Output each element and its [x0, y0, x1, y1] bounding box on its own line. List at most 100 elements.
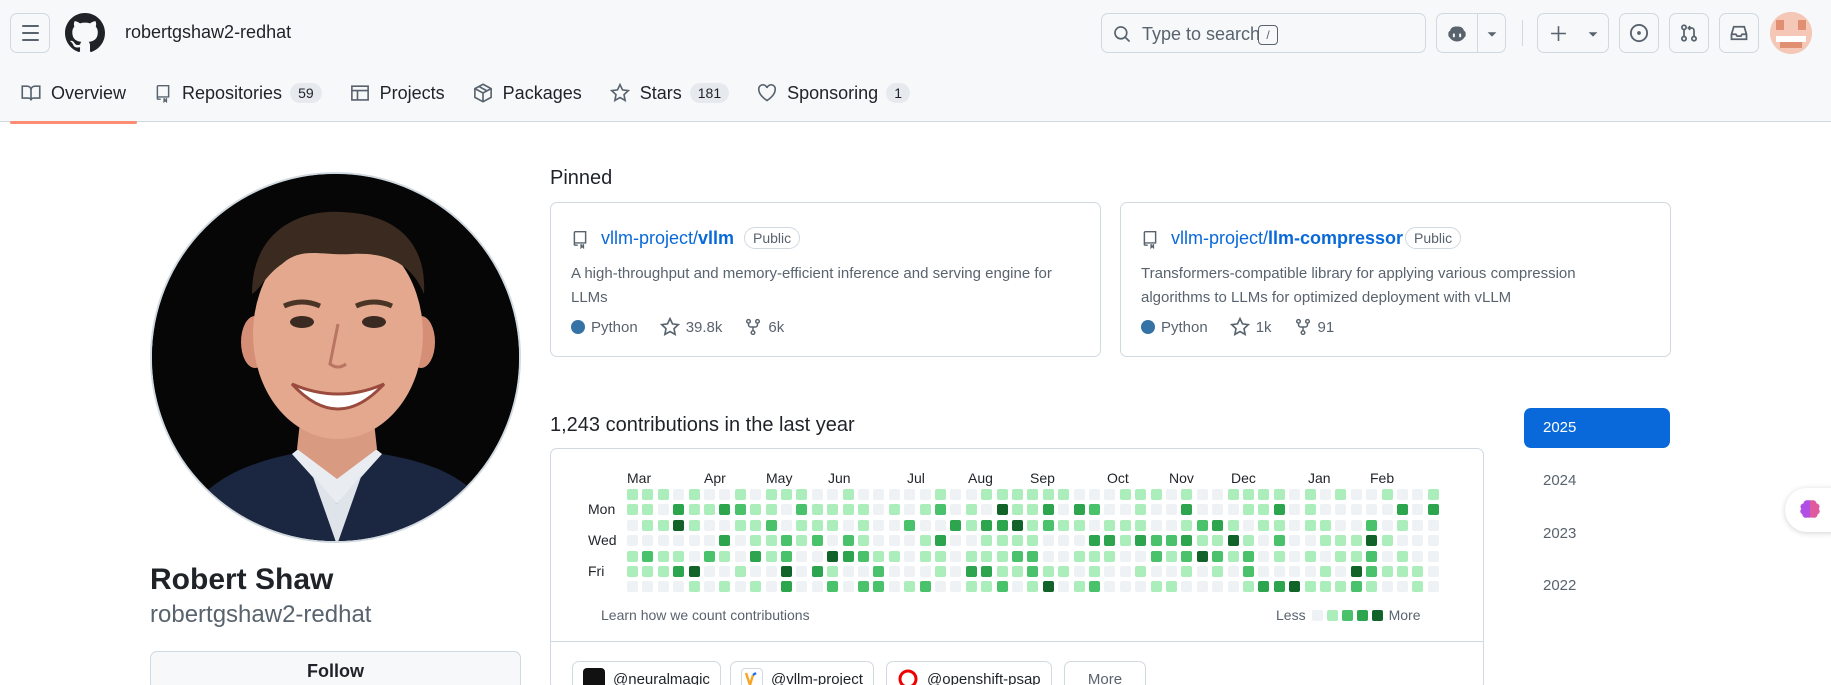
- contribution-day-cell[interactable]: [1119, 504, 1131, 516]
- contribution-day-cell[interactable]: [1412, 581, 1424, 593]
- tab-repositories[interactable]: Repositories 59: [143, 72, 333, 114]
- contribution-day-cell[interactable]: [919, 535, 931, 547]
- contribution-day-cell[interactable]: [904, 550, 916, 562]
- contribution-day-cell[interactable]: [1073, 550, 1085, 562]
- contribution-day-cell[interactable]: [765, 535, 777, 547]
- forks-link[interactable]: 6k: [744, 317, 784, 337]
- contribution-day-cell[interactable]: [1058, 504, 1070, 516]
- contribution-day-cell[interactable]: [1073, 489, 1085, 500]
- contribution-day-cell[interactable]: [719, 489, 731, 500]
- contribution-day-cell[interactable]: [673, 489, 685, 500]
- learn-contributions-link[interactable]: Learn how we count contributions: [601, 607, 810, 623]
- contribution-day-cell[interactable]: [1227, 519, 1239, 531]
- contribution-day-cell[interactable]: [1258, 504, 1270, 516]
- contribution-day-cell[interactable]: [827, 535, 839, 547]
- contribution-day-cell[interactable]: [1058, 535, 1070, 547]
- contribution-day-cell[interactable]: [1397, 489, 1408, 500]
- contribution-day-cell[interactable]: [704, 489, 715, 500]
- contribution-day-cell[interactable]: [935, 504, 946, 516]
- contribution-day-cell[interactable]: [904, 504, 916, 516]
- contribution-day-cell[interactable]: [734, 566, 746, 577]
- contribution-day-cell[interactable]: [781, 550, 792, 562]
- contribution-day-cell[interactable]: [1335, 504, 1347, 516]
- copilot-icon[interactable]: [1447, 24, 1467, 44]
- contribution-day-cell[interactable]: [1042, 581, 1054, 593]
- contribution-day-cell[interactable]: [1212, 489, 1224, 500]
- contribution-day-cell[interactable]: [1335, 519, 1347, 531]
- contribution-day-cell[interactable]: [1012, 504, 1023, 516]
- contribution-day-cell[interactable]: [734, 581, 746, 593]
- contribution-day-cell[interactable]: [827, 581, 839, 593]
- pinned-repo-link[interactable]: vllm-project/vllm: [601, 228, 734, 249]
- contribution-day-cell[interactable]: [719, 535, 731, 547]
- contribution-day-cell[interactable]: [1135, 535, 1147, 547]
- contribution-day-cell[interactable]: [873, 489, 885, 500]
- contribution-day-cell[interactable]: [1397, 535, 1408, 547]
- contribution-day-cell[interactable]: [1304, 489, 1316, 500]
- contribution-day-cell[interactable]: [750, 519, 762, 531]
- contribution-day-cell[interactable]: [688, 566, 700, 577]
- contribution-day-cell[interactable]: [1243, 489, 1254, 500]
- contribution-day-cell[interactable]: [919, 566, 931, 577]
- contribution-day-cell[interactable]: [781, 566, 792, 577]
- contribution-day-cell[interactable]: [781, 535, 792, 547]
- contribution-day-cell[interactable]: [1289, 566, 1301, 577]
- contribution-day-cell[interactable]: [1150, 504, 1162, 516]
- contribution-day-cell[interactable]: [673, 550, 685, 562]
- contribution-day-cell[interactable]: [965, 504, 977, 516]
- contribution-day-cell[interactable]: [1181, 566, 1193, 577]
- contribution-day-cell[interactable]: [1119, 581, 1131, 593]
- contribution-day-cell[interactable]: [950, 519, 962, 531]
- contribution-day-cell[interactable]: [1304, 566, 1316, 577]
- contribution-day-cell[interactable]: [888, 519, 900, 531]
- contribution-day-cell[interactable]: [1258, 519, 1270, 531]
- contribution-day-cell[interactable]: [996, 566, 1008, 577]
- contribution-day-cell[interactable]: [935, 581, 946, 593]
- contribution-day-cell[interactable]: [1289, 581, 1301, 593]
- contribution-day-cell[interactable]: [1335, 535, 1347, 547]
- contribution-day-cell[interactable]: [1166, 550, 1177, 562]
- contribution-day-cell[interactable]: [858, 504, 869, 516]
- contribution-day-cell[interactable]: [688, 550, 700, 562]
- contribution-day-cell[interactable]: [1166, 519, 1177, 531]
- contribution-day-cell[interactable]: [1027, 550, 1039, 562]
- contribution-day-cell[interactable]: [1027, 581, 1039, 593]
- contribution-day-cell[interactable]: [1135, 550, 1147, 562]
- contribution-day-cell[interactable]: [1273, 519, 1285, 531]
- contribution-day-cell[interactable]: [1104, 535, 1116, 547]
- contribution-day-cell[interactable]: [904, 489, 916, 500]
- contribution-day-cell[interactable]: [1042, 519, 1054, 531]
- issues-button[interactable]: [1619, 13, 1659, 53]
- contribution-day-cell[interactable]: [796, 535, 808, 547]
- contribution-day-cell[interactable]: [1335, 489, 1347, 500]
- contribution-day-cell[interactable]: [1027, 535, 1039, 547]
- contribution-day-cell[interactable]: [904, 566, 916, 577]
- contribution-day-cell[interactable]: [627, 581, 638, 593]
- contribution-day-cell[interactable]: [1273, 535, 1285, 547]
- contribution-day-cell[interactable]: [1381, 535, 1393, 547]
- contribution-day-cell[interactable]: [734, 550, 746, 562]
- contribution-day-cell[interactable]: [873, 550, 885, 562]
- contribution-day-cell[interactable]: [965, 581, 977, 593]
- contribution-day-cell[interactable]: [1366, 519, 1378, 531]
- contribution-day-cell[interactable]: [965, 566, 977, 577]
- contribution-day-cell[interactable]: [1381, 489, 1393, 500]
- contribution-day-cell[interactable]: [1012, 535, 1023, 547]
- contribution-day-cell[interactable]: [673, 566, 685, 577]
- contribution-day-cell[interactable]: [657, 504, 669, 516]
- contribution-day-cell[interactable]: [919, 504, 931, 516]
- contribution-day-cell[interactable]: [1304, 519, 1316, 531]
- contribution-day-cell[interactable]: [1150, 535, 1162, 547]
- pull-requests-button[interactable]: [1669, 13, 1709, 53]
- year-2022-button[interactable]: 2022: [1524, 566, 1670, 606]
- contribution-day-cell[interactable]: [673, 581, 685, 593]
- contribution-day-cell[interactable]: [673, 535, 685, 547]
- contribution-day-cell[interactable]: [950, 550, 962, 562]
- contribution-day-cell[interactable]: [1366, 550, 1378, 562]
- contribution-day-cell[interactable]: [1181, 489, 1193, 500]
- contribution-day-cell[interactable]: [981, 566, 993, 577]
- contribution-day-cell[interactable]: [888, 581, 900, 593]
- contribution-day-cell[interactable]: [1366, 535, 1378, 547]
- contribution-day-cell[interactable]: [1427, 504, 1439, 516]
- contribution-day-cell[interactable]: [904, 535, 916, 547]
